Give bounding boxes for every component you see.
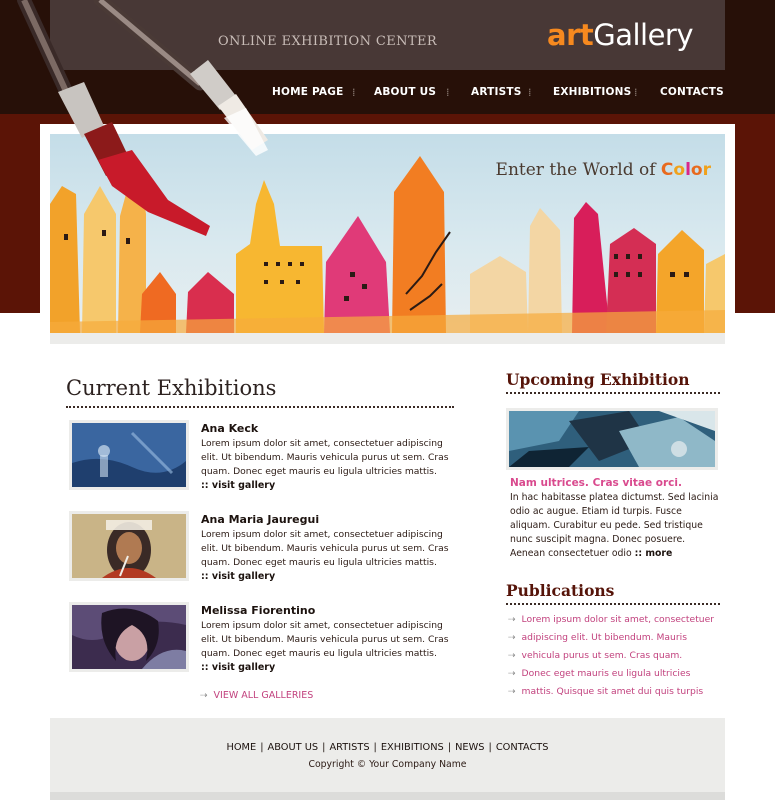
footer-separator: | bbox=[373, 742, 377, 753]
title-divider bbox=[506, 392, 720, 394]
exhibition-item: Melissa Fiorentino Lorem ipsum dolor sit… bbox=[66, 602, 456, 684]
color-letter: C bbox=[660, 160, 674, 180]
banner-bottom-strip bbox=[50, 333, 725, 344]
upcoming-description: In hac habitasse platea dictumst. Sed la… bbox=[510, 491, 720, 561]
visit-gallery-link[interactable]: :: visit gallery bbox=[201, 480, 275, 491]
arrow-icon: ⇢ bbox=[508, 687, 516, 697]
nav-artists[interactable]: ARTISTS bbox=[471, 86, 522, 98]
publication-item[interactable]: ⇢ Donec eget mauris eu ligula ultricies bbox=[508, 668, 714, 686]
footer-separator: | bbox=[260, 742, 264, 753]
color-letter: r bbox=[702, 160, 711, 180]
arrow-icon: ⇢ bbox=[508, 615, 516, 625]
nav-about-us[interactable]: ABOUT US bbox=[374, 86, 436, 98]
exhibition-item: Ana Keck Lorem ipsum dolor sit amet, con… bbox=[66, 420, 456, 502]
exhibition-description: Lorem ipsum dolor sit amet, consectetuer… bbox=[201, 438, 449, 477]
arrow-icon: ⇢ bbox=[508, 633, 516, 643]
publication-item[interactable]: ⇢ adipiscing elit. Ut bibendum. Mauris bbox=[508, 632, 714, 650]
publication-label: Donec eget mauris eu ligula ultricies bbox=[521, 668, 691, 679]
arrow-icon: ⇢ bbox=[508, 669, 516, 679]
nav-separator: ⁞ bbox=[352, 86, 356, 99]
arrow-icon: ⇢ bbox=[508, 651, 516, 661]
exhibition-description: Lorem ipsum dolor sit amet, consectetuer… bbox=[201, 529, 449, 568]
nav-separator: ⁞ bbox=[634, 86, 638, 99]
exhibition-thumbnail[interactable] bbox=[69, 420, 189, 490]
artist-name: Ana Keck bbox=[201, 422, 259, 435]
banner-headline-prefix: Enter the World of bbox=[495, 160, 661, 180]
logo-art-text: art bbox=[547, 18, 594, 52]
visit-gallery-link[interactable]: :: visit gallery bbox=[201, 571, 275, 582]
artwork-image bbox=[72, 605, 186, 669]
banner-headline: Enter the World of Color bbox=[496, 160, 711, 180]
upcoming-text: In hac habitasse platea dictumst. Sed la… bbox=[510, 492, 719, 559]
paintbrush-illustration bbox=[17, 0, 268, 236]
footer-link-contacts[interactable]: CONTACTS bbox=[496, 742, 549, 753]
exhibition-thumbnail[interactable] bbox=[69, 602, 189, 672]
publication-item[interactable]: ⇢ mattis. Quisque sit amet dui quis turpi… bbox=[508, 686, 714, 704]
color-letter: o bbox=[690, 160, 703, 180]
footer-link-exhibitions[interactable]: EXHIBITIONS bbox=[381, 742, 444, 753]
artwork-image bbox=[509, 411, 715, 467]
upcoming-exhibition-title: Upcoming Exhibition bbox=[506, 370, 690, 389]
publication-label: vehicula purus ut sem. Cras quam. bbox=[521, 650, 683, 661]
current-exhibitions-title: Current Exhibitions bbox=[66, 376, 277, 400]
footer: HOME | ABOUT US | ARTISTS | EXHIBITIONS | NEWS | C… bbox=[50, 718, 725, 792]
site-logo[interactable]: artGallery bbox=[547, 18, 694, 52]
nav-separator: ⁞ bbox=[446, 86, 450, 99]
copyright-text: Copyright © Your Company Name bbox=[308, 759, 467, 770]
view-all-galleries-link[interactable]: ⇢ VIEW ALL GALLERIES bbox=[200, 690, 313, 701]
footer-separator: | bbox=[488, 742, 492, 753]
footer-link-home[interactable]: HOME bbox=[226, 742, 256, 753]
color-letter: o bbox=[673, 160, 686, 180]
nav-exhibitions[interactable]: EXHIBITIONS bbox=[553, 86, 631, 98]
publication-label: Lorem ipsum dolor sit amet, consectetuer bbox=[521, 614, 715, 625]
publication-item[interactable]: ⇢ Lorem ipsum dolor sit amet, consectetue… bbox=[508, 614, 714, 632]
exhibition-thumbnail[interactable] bbox=[69, 511, 189, 581]
upcoming-exhibition-image[interactable] bbox=[506, 408, 718, 470]
publication-label: mattis. Quisque sit amet dui quis turpis bbox=[521, 686, 704, 697]
title-divider bbox=[66, 406, 454, 408]
artwork-image bbox=[72, 514, 186, 578]
logo-gallery-text: Gallery bbox=[593, 18, 694, 52]
title-divider bbox=[506, 603, 720, 605]
nav-separator: ⁞ bbox=[528, 86, 532, 99]
more-link[interactable]: :: more bbox=[635, 548, 673, 559]
publication-item[interactable]: ⇢ vehicula purus ut sem. Cras quam. bbox=[508, 650, 714, 668]
publications-title: Publications bbox=[506, 581, 615, 600]
footer-link-news[interactable]: NEWS bbox=[455, 742, 484, 753]
nav-contacts[interactable]: CONTACTS bbox=[660, 86, 724, 98]
footer-nav: HOME | ABOUT US | ARTISTS | EXHIBITIONS | NEWS | C… bbox=[50, 742, 725, 753]
footer-separator: | bbox=[322, 742, 326, 753]
footer-link-artists[interactable]: ARTISTS bbox=[329, 742, 369, 753]
artwork-image bbox=[72, 423, 186, 487]
footer-bottom-strip bbox=[50, 792, 725, 800]
visit-gallery-link[interactable]: :: visit gallery bbox=[201, 662, 275, 673]
footer-separator: | bbox=[447, 742, 452, 753]
footer-link-about-us[interactable]: ABOUT US bbox=[268, 742, 319, 753]
artist-name: Ana Maria Jauregui bbox=[201, 513, 320, 526]
arrow-icon: ⇢ bbox=[200, 691, 208, 701]
upcoming-headline: Nam ultrices. Cras vitae orci. bbox=[510, 477, 682, 489]
artist-name: Melissa Fiorentino bbox=[201, 604, 316, 617]
publications-list: ⇢ Lorem ipsum dolor sit amet, consectetue… bbox=[508, 614, 714, 704]
exhibition-item: Ana Maria Jauregui Lorem ipsum dolor sit… bbox=[66, 511, 456, 593]
publication-label: adipiscing elit. Ut bibendum. Mauris bbox=[521, 632, 687, 643]
banner-color-word: Color bbox=[661, 160, 711, 180]
view-all-label: VIEW ALL GALLERIES bbox=[213, 690, 314, 701]
exhibition-description: Lorem ipsum dolor sit amet, consectetuer… bbox=[201, 620, 449, 659]
